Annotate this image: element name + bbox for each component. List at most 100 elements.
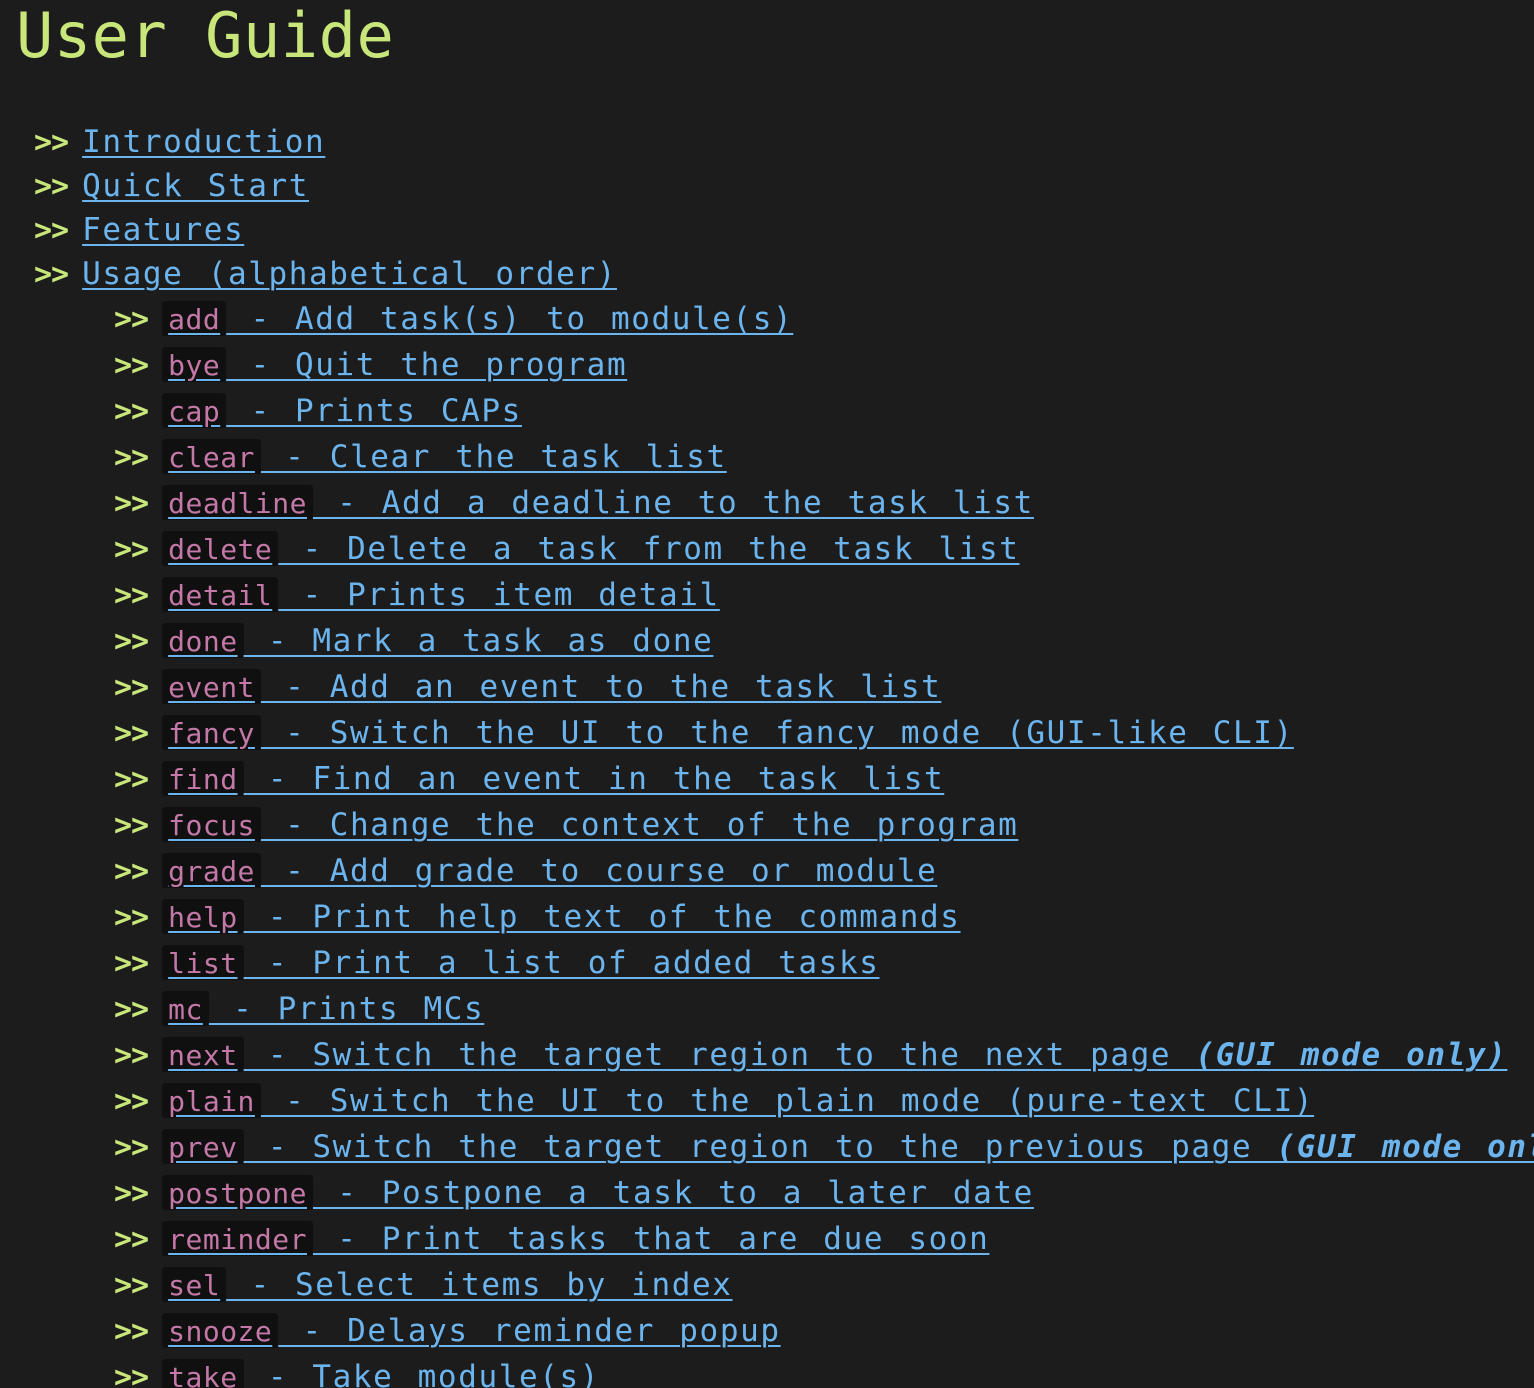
command-name: plain xyxy=(162,1083,261,1118)
command-link-reminder[interactable]: reminder - Print tasks that are due soon xyxy=(162,1221,989,1257)
quick-start-link[interactable]: Quick Start xyxy=(82,168,309,204)
command-list-item: >> mc - Prints MCs xyxy=(114,986,1534,1032)
command-link-prev[interactable]: prev - Switch the target region to the p… xyxy=(162,1129,1534,1165)
command-description: - Print a list of added tasks xyxy=(243,945,880,981)
gui-mode-note: (GUI mode only) xyxy=(1195,1037,1508,1073)
command-description: - Print tasks that are due soon xyxy=(312,1221,990,1257)
command-name: done xyxy=(162,623,244,658)
bullet-marker: >> xyxy=(114,1175,149,1211)
command-description: - Prints MCs xyxy=(208,991,485,1027)
command-link-take[interactable]: take - Take module(s) xyxy=(162,1359,600,1388)
command-name: grade xyxy=(162,853,261,888)
command-name: help xyxy=(162,899,244,934)
command-name: postpone xyxy=(162,1175,313,1210)
usage-sublist-container: >> add - Add task(s) to module(s) >> bye - … xyxy=(34,296,1534,1388)
command-list-item: >> grade - Add grade to course or module xyxy=(114,848,1534,894)
command-link-bye[interactable]: bye - Quit the program xyxy=(162,347,627,383)
bullet-marker: >> xyxy=(114,347,149,383)
bullet-marker: >> xyxy=(114,991,149,1027)
bullet-marker: >> xyxy=(114,301,149,337)
command-link-deadline[interactable]: deadline - Add a deadline to the task li… xyxy=(162,485,1034,521)
features-link[interactable]: Features xyxy=(82,212,244,248)
command-name: bye xyxy=(162,347,227,382)
command-description: - Clear the task list xyxy=(260,439,727,475)
bullet-marker: >> xyxy=(114,1083,149,1119)
command-list-item: >> plain - Switch the UI to the plain mod… xyxy=(114,1078,1534,1124)
command-description: - Add an event to the task list xyxy=(260,669,942,705)
command-list-item: >> reminder - Print tasks that are due so… xyxy=(114,1216,1534,1262)
command-link-clear[interactable]: clear - Clear the task list xyxy=(162,439,727,475)
command-link-sel[interactable]: sel - Select items by index xyxy=(162,1267,732,1303)
command-list-item: >> postpone - Postpone a task to a later … xyxy=(114,1170,1534,1216)
command-name: list xyxy=(162,945,244,980)
command-name: deadline xyxy=(162,485,313,520)
command-description: - Prints CAPs xyxy=(226,393,522,429)
command-link-add[interactable]: add - Add task(s) to module(s) xyxy=(162,301,793,337)
command-link-fancy[interactable]: fancy - Switch the UI to the fancy mode … xyxy=(162,715,1294,751)
command-description: - Delays reminder popup xyxy=(278,1313,781,1349)
command-name: cap xyxy=(162,393,227,428)
command-list-item: >> list - Print a list of added tasks xyxy=(114,940,1534,986)
command-list-item: >> bye - Quit the program xyxy=(114,342,1534,388)
command-link-mc[interactable]: mc - Prints MCs xyxy=(162,991,484,1027)
bullet-marker: >> xyxy=(114,853,149,889)
command-name: reminder xyxy=(162,1221,313,1256)
command-name: event xyxy=(162,669,261,704)
command-description: - Select items by index xyxy=(226,1267,733,1303)
command-link-find[interactable]: find - Find an event in the task list xyxy=(162,761,944,797)
command-list-item: >> delete - Delete a task from the task l… xyxy=(114,526,1534,572)
command-description: - Print help text of the commands xyxy=(243,899,961,935)
bullet-marker: >> xyxy=(34,124,69,160)
command-description: - Change the context of the program xyxy=(260,807,1019,843)
toc-item-introduction: >> Introduction xyxy=(34,120,1534,164)
command-description: - Add grade to course or module xyxy=(260,853,938,889)
bullet-marker: >> xyxy=(114,945,149,981)
bullet-marker: >> xyxy=(34,256,69,292)
bullet-marker: >> xyxy=(114,1037,149,1073)
introduction-link[interactable]: Introduction xyxy=(82,124,325,160)
command-link-next[interactable]: next - Switch the target region to the n… xyxy=(162,1037,1507,1073)
command-description: - Switch the target region to the previo… xyxy=(243,1129,1277,1165)
usage-link[interactable]: Usage (alphabetical order) xyxy=(82,256,617,292)
command-link-done[interactable]: done - Mark a task as done xyxy=(162,623,713,659)
command-list-item: >> add - Add task(s) to module(s) xyxy=(114,296,1534,342)
command-name: snooze xyxy=(162,1313,279,1348)
command-link-snooze[interactable]: snooze - Delays reminder popup xyxy=(162,1313,780,1349)
command-description: - Postpone a task to a later date xyxy=(312,1175,1034,1211)
command-link-event[interactable]: event - Add an event to the task list xyxy=(162,669,941,705)
command-list-item: >> prev - Switch the target region to the… xyxy=(114,1124,1534,1170)
command-link-delete[interactable]: delete - Delete a task from the task lis… xyxy=(162,531,1019,567)
command-list-item: >> snooze - Delays reminder popup xyxy=(114,1308,1534,1354)
command-link-postpone[interactable]: postpone - Postpone a task to a later da… xyxy=(162,1175,1034,1211)
command-list: >> add - Add task(s) to module(s) >> bye - … xyxy=(34,296,1534,1388)
command-name: fancy xyxy=(162,715,261,750)
command-link-grade[interactable]: grade - Add grade to course or module xyxy=(162,853,937,889)
command-name: focus xyxy=(162,807,261,842)
command-name: next xyxy=(162,1037,244,1072)
command-description: - Delete a task from the task list xyxy=(278,531,1020,567)
gui-mode-note: (GUI mode only) xyxy=(1276,1129,1534,1165)
command-link-cap[interactable]: cap - Prints CAPs xyxy=(162,393,522,429)
command-list-item: >> sel - Select items by index xyxy=(114,1262,1534,1308)
command-name: sel xyxy=(162,1267,227,1302)
command-name: prev xyxy=(162,1129,244,1164)
command-description: - Quit the program xyxy=(226,347,628,383)
command-link-help[interactable]: help - Print help text of the commands xyxy=(162,899,960,935)
command-name: take xyxy=(162,1359,244,1388)
bullet-marker: >> xyxy=(34,168,69,204)
bullet-marker: >> xyxy=(114,439,149,475)
command-description: - Find an event in the task list xyxy=(243,761,945,797)
bullet-marker: >> xyxy=(34,212,69,248)
command-name: find xyxy=(162,761,244,796)
command-list-item: >> detail - Prints item detail xyxy=(114,572,1534,618)
table-of-contents: >> Introduction >> Quick Start >> Featur… xyxy=(34,120,1534,1388)
command-link-detail[interactable]: detail - Prints item detail xyxy=(162,577,720,613)
command-description: - Take module(s) xyxy=(243,1359,601,1388)
page-title: User Guide xyxy=(16,0,395,72)
toc-item-usage: >> Usage (alphabetical order) xyxy=(34,252,1534,296)
command-link-focus[interactable]: focus - Change the context of the progra… xyxy=(162,807,1018,843)
bullet-marker: >> xyxy=(114,393,149,429)
command-link-list[interactable]: list - Print a list of added tasks xyxy=(162,945,879,981)
command-link-plain[interactable]: plain - Switch the UI to the plain mode … xyxy=(162,1083,1314,1119)
command-name: add xyxy=(162,301,227,336)
